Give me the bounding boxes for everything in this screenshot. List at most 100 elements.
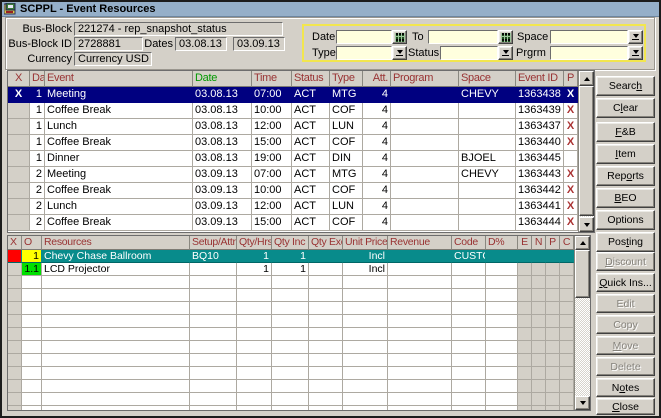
column-header[interactable]: P xyxy=(546,236,560,250)
cell-revenue xyxy=(388,263,452,276)
column-header[interactable]: X xyxy=(8,71,30,87)
dropdown-arrow-icon[interactable] xyxy=(392,46,407,60)
column-header[interactable]: Date xyxy=(193,71,252,87)
scrollbar-thumb[interactable] xyxy=(579,86,594,216)
cell-setup xyxy=(190,367,237,380)
options-button[interactable]: Options xyxy=(596,210,655,230)
column-header[interactable]: Qty/Hrs xyxy=(237,236,272,250)
column-header[interactable]: Revenue xyxy=(388,236,452,250)
cell-qty_inc xyxy=(272,380,309,393)
cell-setup xyxy=(190,354,237,367)
event-row[interactable]: 2Lunch03.09.1312:00ACTLUN41363441X xyxy=(8,199,578,215)
cell-qty_inc xyxy=(272,354,309,367)
cell-o: 1.1 xyxy=(22,263,42,276)
cell-day: 1 xyxy=(30,103,45,119)
column-header[interactable]: P xyxy=(564,71,578,87)
search-button[interactable]: Search xyxy=(596,76,655,96)
events-scrollbar[interactable] xyxy=(578,71,594,232)
event-row[interactable]: 1Coffee Break03.08.1310:00ACTCOF41363439… xyxy=(8,103,578,119)
column-header[interactable]: Space xyxy=(459,71,516,87)
cell-setup xyxy=(190,393,237,406)
event-row[interactable]: 1Coffee Break03.08.1315:00ACTCOF41363440… xyxy=(8,135,578,151)
reports-button[interactable]: Reports xyxy=(596,166,655,186)
cell-resource: Chevy Chase Ballroom xyxy=(42,250,190,263)
filter-status-input[interactable] xyxy=(440,46,498,60)
filter-space-input[interactable] xyxy=(550,30,628,44)
move-button: Move xyxy=(596,336,655,355)
cell-x xyxy=(8,302,22,315)
filter-to-input[interactable] xyxy=(428,30,498,44)
column-header[interactable]: Setup/Attr. xyxy=(190,236,237,250)
column-header[interactable]: O xyxy=(22,236,42,250)
cell-space xyxy=(459,199,516,215)
event-row[interactable]: 1Dinner03.08.1319:00ACTDIN4BJOEL1363445 xyxy=(8,151,578,167)
column-header[interactable]: Unit Price xyxy=(343,236,388,250)
cell-e xyxy=(518,276,532,289)
cell-p xyxy=(546,250,560,263)
close-button[interactable]: Close xyxy=(596,398,655,415)
scroll-up-icon[interactable] xyxy=(575,236,590,250)
column-header[interactable]: Type xyxy=(330,71,363,87)
column-header[interactable]: Code xyxy=(452,236,486,250)
column-header[interactable]: Qty Inc xyxy=(272,236,309,250)
column-header[interactable]: Day xyxy=(30,71,45,87)
notes-button[interactable]: Notes xyxy=(596,378,655,397)
column-header[interactable]: Time xyxy=(252,71,292,87)
cell-qty_exc xyxy=(309,393,343,406)
resource-row[interactable]: 1Chevy Chase BallroomBQ1011InclCUSTOI xyxy=(8,250,574,263)
column-header[interactable]: E xyxy=(518,236,532,250)
cell-att: 4 xyxy=(363,135,391,151)
event-row[interactable]: 1Lunch03.08.1312:00ACTLUN41363437X xyxy=(8,119,578,135)
cell-code: CUSTOI xyxy=(452,250,486,263)
cell-qty_exc xyxy=(309,250,343,263)
dropdown-arrow-icon[interactable] xyxy=(628,46,643,60)
filter-prgrm-input[interactable] xyxy=(550,46,628,60)
cell-setup xyxy=(190,276,237,289)
column-header[interactable]: Att. xyxy=(363,71,391,87)
cell-space xyxy=(459,135,516,151)
column-header[interactable]: Event ID xyxy=(516,71,564,87)
scroll-up-icon[interactable] xyxy=(579,71,594,86)
column-header[interactable]: D% xyxy=(486,236,518,250)
fb-button[interactable]: F&B xyxy=(596,122,655,142)
beo-button[interactable]: BEO xyxy=(596,188,655,208)
cell-setup xyxy=(190,315,237,328)
resource-row[interactable]: 1.1LCD Projector11Incl xyxy=(8,263,574,276)
cell-day: 1 xyxy=(30,87,45,103)
column-header[interactable]: Qty Exc xyxy=(309,236,343,250)
scroll-down-icon[interactable] xyxy=(575,396,590,410)
column-header[interactable]: Event xyxy=(45,71,193,87)
resource-row xyxy=(8,328,574,341)
calendar-icon[interactable] xyxy=(498,30,513,44)
column-header[interactable]: X xyxy=(8,236,22,250)
resources-scrollbar[interactable] xyxy=(574,236,590,410)
calendar-icon[interactable] xyxy=(392,30,407,44)
clear-button[interactable]: Clear xyxy=(596,98,655,118)
item-button[interactable]: Item xyxy=(596,144,655,164)
dropdown-arrow-icon[interactable] xyxy=(628,30,643,44)
filter-date-input[interactable] xyxy=(336,30,392,44)
event-row[interactable]: 2Coffee Break03.09.1315:00ACTCOF41363444… xyxy=(8,215,578,231)
column-header[interactable]: Status xyxy=(292,71,330,87)
cell-unit_price xyxy=(343,276,388,289)
event-row[interactable]: 2Meeting03.09.1307:00ACTMTG4CHEVY1363443… xyxy=(8,167,578,183)
column-header[interactable]: Program xyxy=(391,71,459,87)
filter-type-input[interactable] xyxy=(336,46,392,60)
cell-date: 03.09.13 xyxy=(193,215,252,231)
cell-program xyxy=(391,103,459,119)
posting-button[interactable]: Posting xyxy=(596,232,655,252)
cell-qty_exc xyxy=(309,315,343,328)
quick-insert-button[interactable]: Quick Ins... xyxy=(596,273,655,292)
event-row[interactable]: 2Coffee Break03.09.1310:00ACTCOF41363442… xyxy=(8,183,578,199)
cell-status: ACT xyxy=(292,199,330,215)
cell-c xyxy=(560,289,574,302)
event-row[interactable]: X1Meeting03.08.1307:00ACTMTG4CHEVY136343… xyxy=(8,87,578,103)
scroll-down-icon[interactable] xyxy=(579,217,594,232)
dropdown-arrow-icon[interactable] xyxy=(498,46,513,60)
scrollbar-thumb[interactable] xyxy=(575,250,590,298)
cell-unit_price xyxy=(343,328,388,341)
column-header[interactable]: Resources xyxy=(42,236,190,250)
column-header[interactable]: N xyxy=(532,236,546,250)
cell-n xyxy=(532,393,546,406)
column-header[interactable]: C xyxy=(560,236,574,250)
